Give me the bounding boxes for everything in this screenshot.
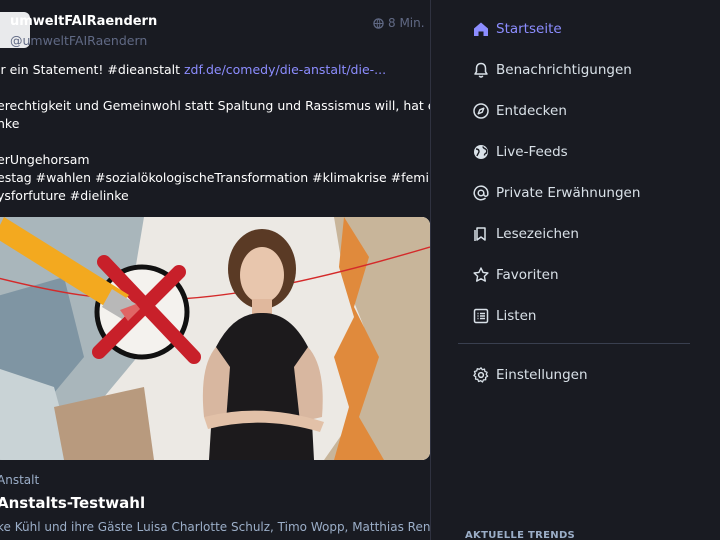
- post-text-line-4: erUngehorsam: [0, 152, 90, 167]
- star-icon: [472, 266, 490, 284]
- home-icon: [472, 20, 490, 38]
- card-title[interactable]: Anstalts-Testwahl: [0, 494, 145, 512]
- main-navigation: Startseite Benachrichtigungen Entdecken …: [458, 8, 698, 395]
- list-icon: [472, 307, 490, 325]
- post-time: 8 Min.: [388, 16, 425, 30]
- nav-item-label: Einstellungen: [496, 366, 588, 383]
- compass-icon: [472, 102, 490, 120]
- nav-item-label: Listen: [496, 307, 537, 324]
- bell-icon: [472, 61, 490, 79]
- nav-divider: [458, 343, 690, 344]
- post-text-line-5: estag #wahlen #sozialökologischeTransfor…: [0, 170, 430, 185]
- post-text-line-2: erechtigkeit und Gemeinwohl statt Spaltu…: [0, 98, 430, 113]
- preview-card-image[interactable]: [0, 217, 430, 460]
- post-text-line-6: ysforfuture #dielinke: [0, 188, 129, 203]
- nav-item-label: Private Erwähnungen: [496, 184, 641, 201]
- post-link[interactable]: zdf.de/comedy/die-anstalt/die-...: [184, 62, 386, 77]
- nav-item-label: Entdecken: [496, 102, 567, 119]
- gear-icon: [472, 366, 490, 384]
- post-display-name[interactable]: umweltFAIRaendern: [10, 14, 157, 29]
- nav-item-bookmarks[interactable]: Lesezeichen: [458, 213, 698, 254]
- nav-item-home[interactable]: Startseite: [458, 8, 698, 49]
- post-text-prefix: ir ein Statement! #dieanstalt: [0, 62, 184, 77]
- nav-item-lists[interactable]: Listen: [458, 295, 698, 336]
- nav-item-live-feeds[interactable]: Live-Feeds: [458, 131, 698, 172]
- post-text-line-1: ir ein Statement! #dieanstalt zdf.de/com…: [0, 62, 386, 77]
- card-provider: Anstalt: [0, 473, 40, 487]
- globe-icon: [373, 17, 384, 29]
- trends-heading: AKTUELLE TRENDS: [465, 530, 576, 540]
- post-handle[interactable]: @umweltFAIRaendern: [10, 33, 147, 48]
- nav-item-label: Live-Feeds: [496, 143, 568, 160]
- nav-item-settings[interactable]: Einstellungen: [458, 354, 698, 395]
- globe-icon: [472, 143, 490, 161]
- nav-item-favourites[interactable]: Favoriten: [458, 254, 698, 295]
- nav-item-private-mentions[interactable]: Private Erwähnungen: [458, 172, 698, 213]
- at-icon: [472, 184, 490, 202]
- nav-item-label: Startseite: [496, 20, 562, 37]
- nav-item-label: Favoriten: [496, 266, 559, 283]
- nav-item-label: Benachrichtigungen: [496, 61, 632, 78]
- nav-item-label: Lesezeichen: [496, 225, 579, 242]
- nav-item-explore[interactable]: Entdecken: [458, 90, 698, 131]
- post-card: umweltFAIRaendern @umweltFAIRaendern 8 M…: [0, 0, 430, 540]
- column-divider: [430, 0, 444, 540]
- card-description: ke Kühl und ihre Gäste Luisa Charlotte S…: [0, 520, 430, 534]
- nav-item-notifications[interactable]: Benachrichtigungen: [458, 49, 698, 90]
- bookmark-icon: [472, 225, 490, 243]
- post-text-line-3: nke: [0, 116, 20, 131]
- post-meta[interactable]: 8 Min.: [373, 16, 425, 30]
